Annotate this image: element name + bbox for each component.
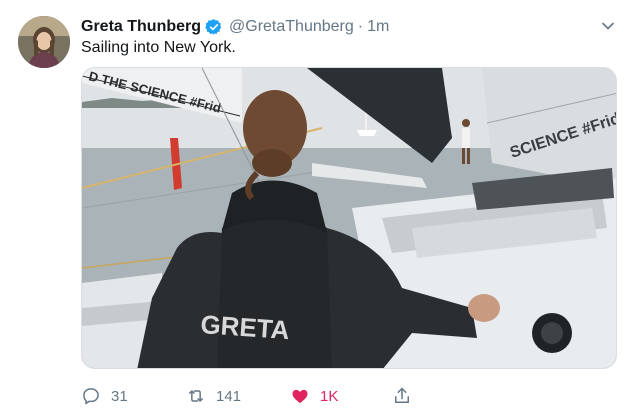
retweet-count: 141 [216,387,242,405]
jacket-text: GRETA [200,309,291,345]
share-icon [395,387,409,403]
tweet-timestamp[interactable]: 1m [367,18,389,36]
reply-button[interactable]: 31 [81,382,128,410]
retweet-icon [189,390,203,402]
reply-icon [83,388,99,405]
tweet-header: Greta Thunberg @GretaThunberg · 1m [81,16,389,38]
like-count: 1K [320,387,339,405]
photo-sailing: D THE SCIENCE #Frid SCIENCE #Frid GRETA [82,68,616,368]
heart-icon [292,389,308,404]
avatar[interactable] [18,16,70,68]
chevron-down-icon[interactable] [600,18,616,34]
avatar-image [18,16,70,68]
share-button[interactable] [392,382,412,410]
author-name[interactable]: Greta Thunberg [81,18,201,36]
separator-dot: · [357,18,364,35]
retweet-button[interactable]: 141 [186,382,241,410]
tweet-card[interactable]: Greta Thunberg @GretaThunberg · 1m Saili… [0,0,640,416]
tweet-actions: 31 141 1K [81,382,601,410]
author-handle[interactable]: @GretaThunberg [229,18,354,36]
tweet-text: Sailing into New York. [81,39,236,56]
like-button[interactable]: 1K [290,382,338,410]
reply-count: 31 [111,387,128,405]
tweet-photo[interactable]: D THE SCIENCE #Frid SCIENCE #Frid GRETA [81,67,617,369]
verified-badge-icon [205,18,223,36]
